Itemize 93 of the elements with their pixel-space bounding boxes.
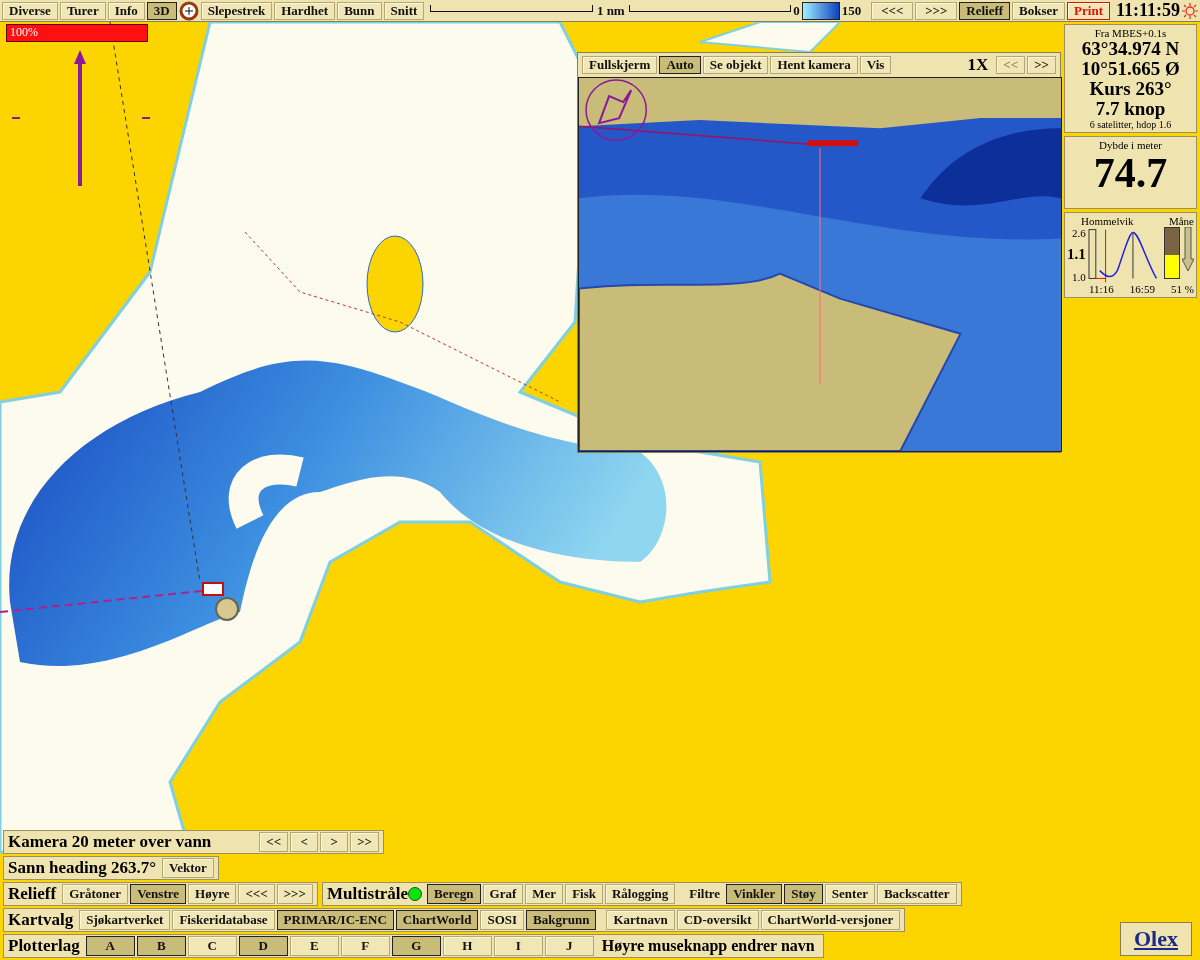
- depth-value: 74.7: [1093, 150, 1168, 195]
- toolbar-button[interactable]: Auto: [659, 56, 701, 74]
- toolbar-button[interactable]: B: [136, 936, 186, 956]
- toolbar-button[interactable]: Graf: [482, 884, 524, 904]
- tide-high: 2.6: [1072, 226, 1086, 239]
- latitude-value: 63°34.974 N: [1081, 39, 1180, 59]
- tide-time: 16:59: [1129, 282, 1155, 295]
- toolbar-button[interactable]: Hardhet: [274, 1, 336, 20]
- toolbar-button[interactable]: Senter: [824, 884, 875, 904]
- toolbar-button[interactable]: SOSI: [480, 910, 525, 930]
- camera-button[interactable]: <: [290, 832, 319, 852]
- toolbar-button[interactable]: 3D: [146, 1, 177, 20]
- toolbar-button[interactable]: Se objekt: [702, 56, 769, 74]
- toolbar-button[interactable]: Støy: [784, 884, 823, 904]
- camera-button[interactable]: >: [320, 832, 349, 852]
- toolbar-button[interactable]: Hent kamera: [770, 56, 858, 74]
- tide-current: 1.1: [1067, 246, 1086, 263]
- toolbar-button[interactable]: Rålogging: [604, 884, 676, 904]
- toolbar-button[interactable]: Backscatter: [876, 884, 957, 904]
- toolbar-button[interactable]: Print: [1067, 1, 1110, 20]
- tide-place: Hommelvik: [1081, 214, 1134, 227]
- source-label: Fra MBES+0.1s: [1094, 27, 1167, 39]
- toolbar-button[interactable]: Vis: [859, 56, 892, 74]
- toolbar-button[interactable]: Fiskeridatabase: [172, 910, 275, 930]
- toolbar-button[interactable]: Høyre: [188, 884, 237, 904]
- toolbar-button[interactable]: >>>: [915, 1, 958, 20]
- toolbar-button[interactable]: F: [340, 936, 390, 956]
- toolbar-button[interactable]: Beregn: [427, 884, 481, 904]
- gps-status: 6 satelitter, hdop 1.6: [1089, 118, 1172, 130]
- down-arrow-icon: [1182, 226, 1194, 271]
- depth-color-gradient: [801, 1, 840, 20]
- depth-max-label: 150: [841, 2, 862, 19]
- toolbar-button[interactable]: Fisk: [565, 884, 603, 904]
- toolbar-button[interactable]: Slepestrek: [200, 1, 273, 20]
- heading-arrow-icon: [12, 50, 152, 188]
- toolbar-button[interactable]: Kartnavn: [606, 910, 675, 930]
- toolbar-button[interactable]: D: [238, 936, 288, 956]
- toolbar-button[interactable]: <<<: [871, 1, 914, 20]
- heading-label: Sann heading 263.7°: [8, 858, 157, 878]
- multibeam-label: Multistråle: [326, 884, 409, 904]
- toolbar-button[interactable]: G: [391, 936, 441, 956]
- longitude-value: 10°51.665 Ø: [1081, 58, 1180, 79]
- course-value: Kurs 263°: [1089, 78, 1172, 99]
- toolbar-button[interactable]: PRIMAR/IC-ENC: [276, 910, 394, 930]
- toolbar-button[interactable]: Diverse: [2, 1, 58, 20]
- toolbar-button[interactable]: I: [493, 936, 543, 956]
- compass-icon[interactable]: [178, 0, 199, 21]
- olex-logo: Olex: [1120, 922, 1192, 956]
- toolbar-button[interactable]: Mer: [525, 884, 564, 904]
- toolbar-button[interactable]: ChartWorld: [395, 910, 479, 930]
- chart-label: Kartvalg: [8, 910, 74, 930]
- plotter-label: Plotterlag: [8, 936, 80, 956]
- nav-button[interactable]: >>: [1027, 56, 1056, 74]
- camera-button[interactable]: >>: [350, 832, 379, 852]
- toolbar-button[interactable]: Venstre: [130, 884, 186, 904]
- toolbar-button[interactable]: Vinkler: [726, 884, 783, 904]
- camera-label: Kamera 20 meter over vann: [8, 832, 212, 852]
- toolbar-button[interactable]: >>>: [276, 884, 313, 904]
- toolbar-button[interactable]: Bakgrunn: [526, 910, 597, 930]
- toolbar-button[interactable]: Snitt: [383, 1, 425, 20]
- toolbar-button[interactable]: Bokser: [1012, 1, 1066, 20]
- depth-min-label: 0: [793, 2, 800, 19]
- toolbar-button[interactable]: A: [85, 936, 135, 956]
- clock: 11:11:59: [1116, 0, 1180, 21]
- toolbar-button[interactable]: <<<: [238, 884, 275, 904]
- toolbar-button[interactable]: Fullskjerm: [582, 56, 658, 74]
- toolbar-button[interactable]: Vektor: [162, 858, 214, 878]
- camera-button[interactable]: <<: [259, 832, 289, 852]
- toolbar-button[interactable]: ChartWorld-versjoner: [760, 910, 901, 930]
- toolbar-button[interactable]: E: [289, 936, 339, 956]
- speed-value: 7.7 knop: [1095, 98, 1166, 119]
- filter-label: Filtre: [689, 886, 721, 902]
- toolbar-button[interactable]: Info: [107, 1, 145, 20]
- zoom-level-label: 100%: [10, 25, 38, 40]
- toolbar-button[interactable]: J: [544, 936, 594, 956]
- plotter-hint: Høyre museknapp endrer navn: [601, 937, 815, 955]
- toolbar-button[interactable]: Relieff: [959, 1, 1011, 20]
- depth-title: Dybde i meter: [1099, 138, 1162, 151]
- toolbar-button[interactable]: C: [187, 936, 237, 956]
- toolbar-button[interactable]: Turer: [59, 1, 106, 20]
- tide-time: 11:16: [1089, 282, 1114, 295]
- relief-label: Relieff: [8, 884, 57, 904]
- moon-reading: 51 %: [1171, 282, 1194, 295]
- tide-low: 1.0: [1072, 270, 1086, 283]
- toolbar-button[interactable]: Gråtoner: [62, 884, 129, 904]
- toolbar-button[interactable]: CD-oversikt: [676, 910, 759, 930]
- toolbar-button[interactable]: Bunn: [337, 1, 382, 20]
- zoom-factor-label: 1X: [967, 55, 989, 75]
- sun-icon: [1182, 2, 1198, 19]
- moon-label: Måne: [1168, 214, 1194, 227]
- toolbar-button[interactable]: H: [442, 936, 492, 956]
- toolbar-button[interactable]: Sjøkartverket: [79, 910, 171, 930]
- scale-label: 1 nm: [596, 2, 625, 19]
